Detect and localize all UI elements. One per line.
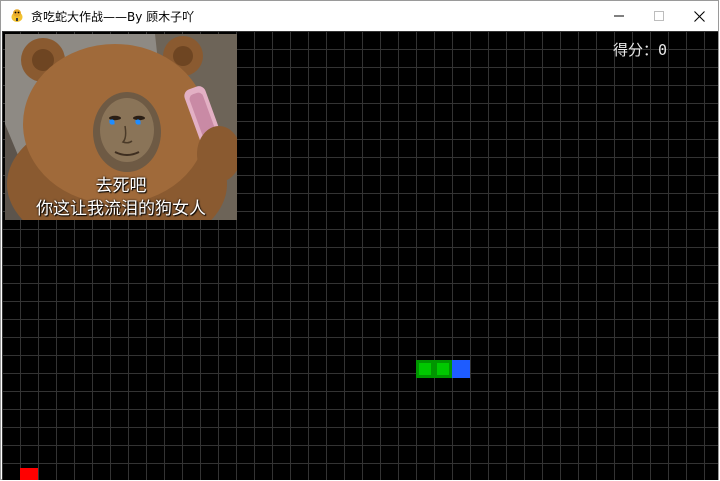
score-display: 得分：0 bbox=[613, 39, 667, 60]
snake-head bbox=[452, 360, 470, 378]
score-label: 得分： bbox=[613, 41, 659, 59]
game-board[interactable]: 去死吧 你这让我流泪的狗女人 得分：0 bbox=[2, 31, 718, 480]
snake-body-segment bbox=[434, 360, 452, 378]
meme-image: 去死吧 你这让我流泪的狗女人 bbox=[5, 34, 237, 220]
meme-caption-line-2: 你这让我流泪的狗女人 bbox=[36, 199, 206, 219]
meme-caption-line-1: 去死吧 bbox=[95, 176, 147, 196]
close-button[interactable] bbox=[676, 1, 720, 31]
title-bar[interactable]: 贪吃蛇大作战——By 顾木子吖 bbox=[1, 1, 718, 31]
python-snake-icon bbox=[10, 8, 24, 23]
window-title: 贪吃蛇大作战——By 顾木子吖 bbox=[31, 10, 195, 24]
snake-body-segment bbox=[416, 360, 434, 378]
maximize-icon bbox=[654, 11, 664, 21]
game-window: 贪吃蛇大作战——By 顾木子吖 去死吧 你这让我流泪的狗女人 得分：0 bbox=[0, 0, 719, 480]
food-block bbox=[20, 468, 38, 480]
score-value: 0 bbox=[658, 41, 668, 59]
close-icon bbox=[693, 10, 705, 22]
minimize-icon bbox=[614, 11, 624, 21]
